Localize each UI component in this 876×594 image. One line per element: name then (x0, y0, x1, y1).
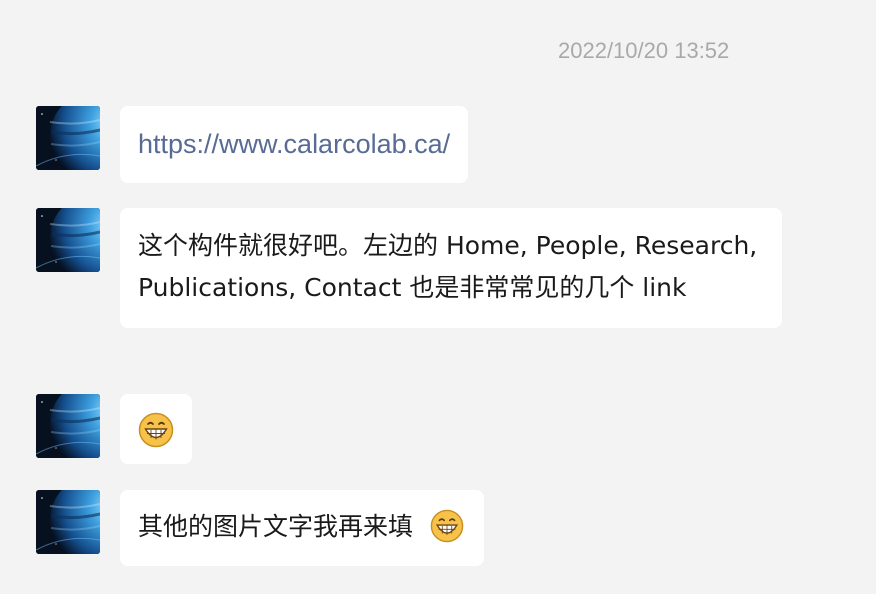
message-timestamp: 2022/10/20 13:52 (558, 38, 730, 63)
grinning-face-emoji (430, 509, 464, 543)
avatar[interactable] (36, 106, 100, 170)
avatar[interactable] (36, 394, 100, 458)
message-link[interactable]: https://www.calarcolab.ca/ (138, 129, 450, 159)
avatar[interactable] (36, 490, 100, 554)
message-text: 其他的图片文字我再来填 (138, 512, 414, 541)
message-bubble (120, 394, 192, 464)
grinning-face-emoji (138, 412, 174, 448)
avatar[interactable] (36, 208, 100, 272)
message-text: 这个构件就很好吧。左边的 Home, People, Research, Pub… (138, 231, 758, 302)
message-bubble: 这个构件就很好吧。左边的 Home, People, Research, Pub… (120, 208, 782, 328)
message-bubble: 其他的图片文字我再来填 (120, 490, 484, 566)
message-bubble: https://www.calarcolab.ca/ (120, 106, 469, 183)
